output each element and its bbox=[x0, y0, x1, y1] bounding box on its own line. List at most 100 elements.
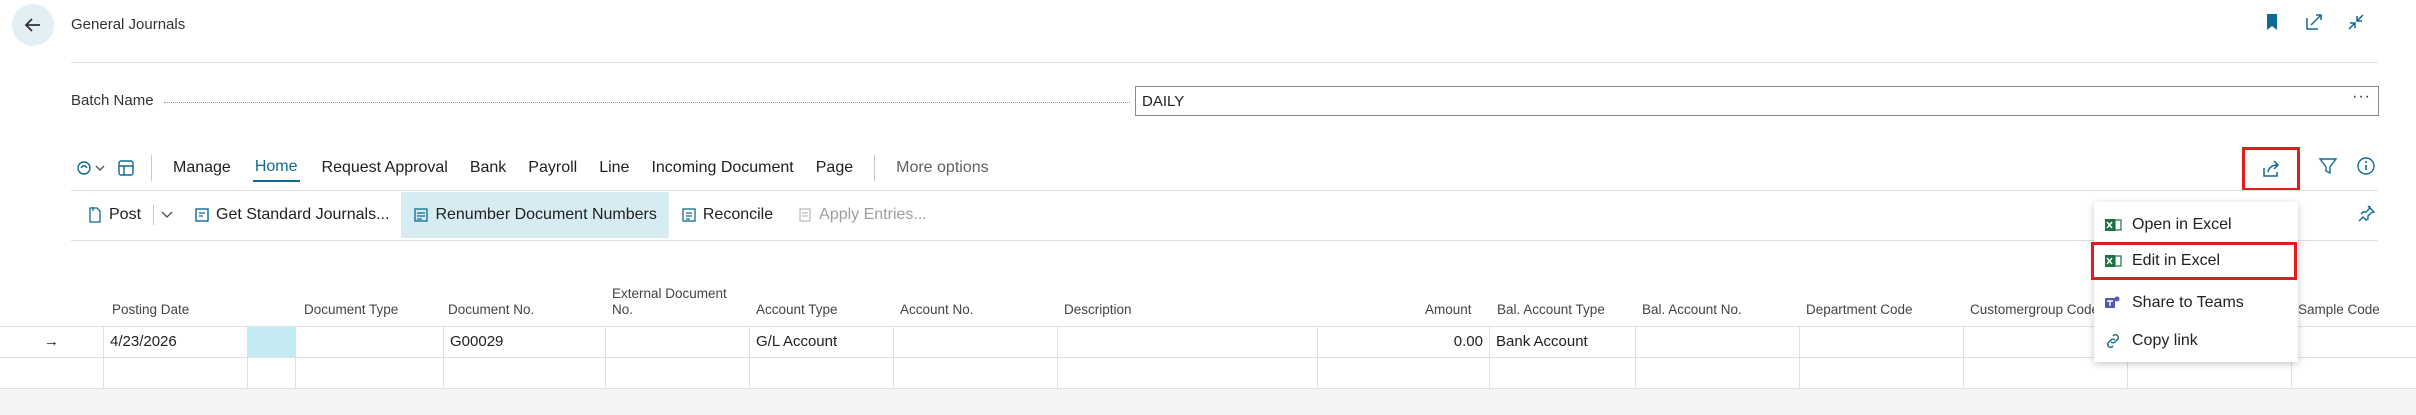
cell-customergroup-code[interactable] bbox=[1964, 358, 2128, 388]
col-account-type[interactable]: Account Type bbox=[756, 302, 838, 318]
cell-document-no[interactable] bbox=[444, 358, 606, 388]
divider bbox=[71, 190, 2378, 191]
col-amount[interactable]: Amount bbox=[1425, 302, 1472, 318]
cell-account-type[interactable] bbox=[750, 358, 894, 388]
reconcile-icon bbox=[682, 208, 696, 222]
back-button[interactable] bbox=[12, 4, 54, 46]
cell-account-type[interactable]: G/L Account bbox=[750, 327, 894, 357]
cell-amount[interactable] bbox=[1318, 358, 1490, 388]
table-row[interactable] bbox=[0, 357, 2416, 388]
menu-item-edit-in-excel[interactable]: Edit in Excel bbox=[2091, 242, 2297, 280]
tab-home[interactable]: Home bbox=[252, 154, 300, 182]
menu-item-open-in-excel[interactable]: Open in Excel bbox=[2094, 206, 2298, 244]
cell-description[interactable] bbox=[1058, 358, 1318, 388]
renumber-document-numbers-button[interactable]: Renumber Document Numbers bbox=[401, 192, 669, 238]
cell-marker[interactable] bbox=[248, 358, 296, 388]
renumber-label: Renumber Document Numbers bbox=[435, 206, 657, 223]
cell-account-no[interactable] bbox=[894, 327, 1058, 357]
renumber-icon bbox=[414, 208, 429, 222]
cell-external-document-no[interactable] bbox=[606, 327, 750, 357]
row-selector[interactable] bbox=[0, 358, 104, 388]
copilot-icon bbox=[77, 161, 105, 175]
reconcile-label: Reconcile bbox=[702, 206, 774, 223]
open-new-window-icon[interactable] bbox=[2304, 12, 2324, 32]
cell-extra[interactable] bbox=[2128, 358, 2292, 388]
action-bar: Manage Home Request Approval Bank Payrol… bbox=[71, 150, 2378, 186]
apply-entries-button[interactable]: Apply Entries... bbox=[785, 192, 939, 238]
cell-bal-account-type[interactable]: Bank Account bbox=[1490, 327, 1636, 357]
cell-sample-code[interactable] bbox=[2292, 327, 2416, 357]
share-menu: Open in Excel Edit in Excel Share to Tea… bbox=[2091, 202, 2298, 362]
batch-name-more-button[interactable]: ··· bbox=[2352, 88, 2371, 106]
chevron-down-icon bbox=[161, 211, 173, 218]
tab-manage[interactable]: Manage bbox=[162, 150, 242, 186]
excel-icon bbox=[2105, 219, 2122, 231]
menu-item-label: Open in Excel bbox=[2132, 216, 2232, 233]
cell-amount[interactable]: 0.00 bbox=[1318, 327, 1490, 357]
separator bbox=[151, 155, 152, 181]
col-document-type[interactable]: Document Type bbox=[304, 302, 398, 318]
cell-posting-date[interactable] bbox=[104, 358, 248, 388]
tab-request-approval[interactable]: Request Approval bbox=[311, 150, 459, 186]
pin-icon[interactable] bbox=[2356, 204, 2376, 229]
col-external-document-no[interactable]: External Document No. bbox=[612, 286, 727, 318]
separator bbox=[874, 155, 876, 181]
cell-bal-account-no[interactable] bbox=[1636, 327, 1800, 357]
row-selector-arrow[interactable]: → bbox=[0, 327, 104, 357]
batch-name-label: Batch Name bbox=[71, 92, 154, 109]
post-button[interactable]: Post bbox=[71, 192, 153, 238]
col-bal-account-no[interactable]: Bal. Account No. bbox=[1642, 302, 1742, 318]
copilot-dropdown[interactable] bbox=[71, 153, 111, 183]
menu-item-label: Copy link bbox=[2132, 332, 2198, 349]
col-sample-code[interactable]: Sample Code bbox=[2298, 302, 2380, 318]
page-view-icon[interactable] bbox=[111, 153, 141, 183]
col-posting-date[interactable]: Posting Date bbox=[112, 302, 189, 318]
tab-incoming-document[interactable]: Incoming Document bbox=[640, 150, 804, 186]
cell-external-document-no[interactable] bbox=[606, 358, 750, 388]
share-button[interactable] bbox=[2242, 147, 2300, 191]
cell-department-code[interactable] bbox=[1800, 327, 1964, 357]
cell-document-type[interactable] bbox=[296, 327, 444, 357]
table-row[interactable]: → 4/23/2026 G00029 G/L Account 0.00 Bank… bbox=[0, 326, 2416, 357]
cell-document-no[interactable]: G00029 bbox=[444, 327, 606, 357]
cell-selected-marker[interactable] bbox=[248, 327, 296, 357]
batch-name-input[interactable] bbox=[1135, 86, 2379, 116]
cell-posting-date[interactable]: 4/23/2026 bbox=[104, 327, 248, 357]
col-description[interactable]: Description bbox=[1064, 302, 1132, 318]
col-customergroup-code[interactable]: Customergroup Code bbox=[1970, 302, 2099, 318]
divider bbox=[71, 62, 2378, 63]
cell-account-no[interactable] bbox=[894, 358, 1058, 388]
filter-icon[interactable] bbox=[2318, 156, 2338, 181]
cell-bal-account-no[interactable] bbox=[1636, 358, 1800, 388]
page-title: General Journals bbox=[71, 16, 186, 33]
right-tools bbox=[2242, 147, 2376, 191]
get-standard-journals-button[interactable]: Get Standard Journals... bbox=[182, 192, 401, 238]
menu-item-label: Share to Teams bbox=[2132, 294, 2244, 311]
reconcile-button[interactable]: Reconcile bbox=[669, 192, 785, 238]
menu-item-share-to-teams[interactable]: Share to Teams bbox=[2094, 284, 2298, 322]
cell-department-code[interactable] bbox=[1800, 358, 1964, 388]
collapse-icon[interactable] bbox=[2346, 12, 2366, 32]
post-dropdown[interactable] bbox=[153, 205, 182, 225]
more-options-button[interactable]: More options bbox=[885, 159, 1000, 177]
share-icon bbox=[2263, 160, 2280, 177]
info-icon[interactable] bbox=[2356, 156, 2376, 181]
divider bbox=[71, 240, 2378, 241]
grid-header: Posting Date Document Type Document No. … bbox=[0, 282, 2416, 326]
col-bal-account-type[interactable]: Bal. Account Type bbox=[1497, 302, 1605, 318]
col-department-code[interactable]: Department Code bbox=[1806, 302, 1913, 318]
tab-payroll[interactable]: Payroll bbox=[517, 150, 588, 186]
tab-bank[interactable]: Bank bbox=[459, 150, 517, 186]
cell-description[interactable] bbox=[1058, 327, 1318, 357]
cell-bal-account-type[interactable] bbox=[1490, 358, 1636, 388]
tab-page[interactable]: Page bbox=[805, 150, 864, 186]
bookmark-icon[interactable] bbox=[2262, 12, 2282, 32]
tab-line[interactable]: Line bbox=[588, 150, 640, 186]
col-account-no[interactable]: Account No. bbox=[900, 302, 974, 318]
apply-entries-label: Apply Entries... bbox=[819, 206, 927, 223]
cell-sample-code[interactable] bbox=[2292, 358, 2416, 388]
col-document-no[interactable]: Document No. bbox=[448, 302, 534, 318]
menu-item-copy-link[interactable]: Copy link bbox=[2094, 322, 2298, 360]
cell-document-type[interactable] bbox=[296, 358, 444, 388]
teams-icon bbox=[2105, 296, 2120, 308]
